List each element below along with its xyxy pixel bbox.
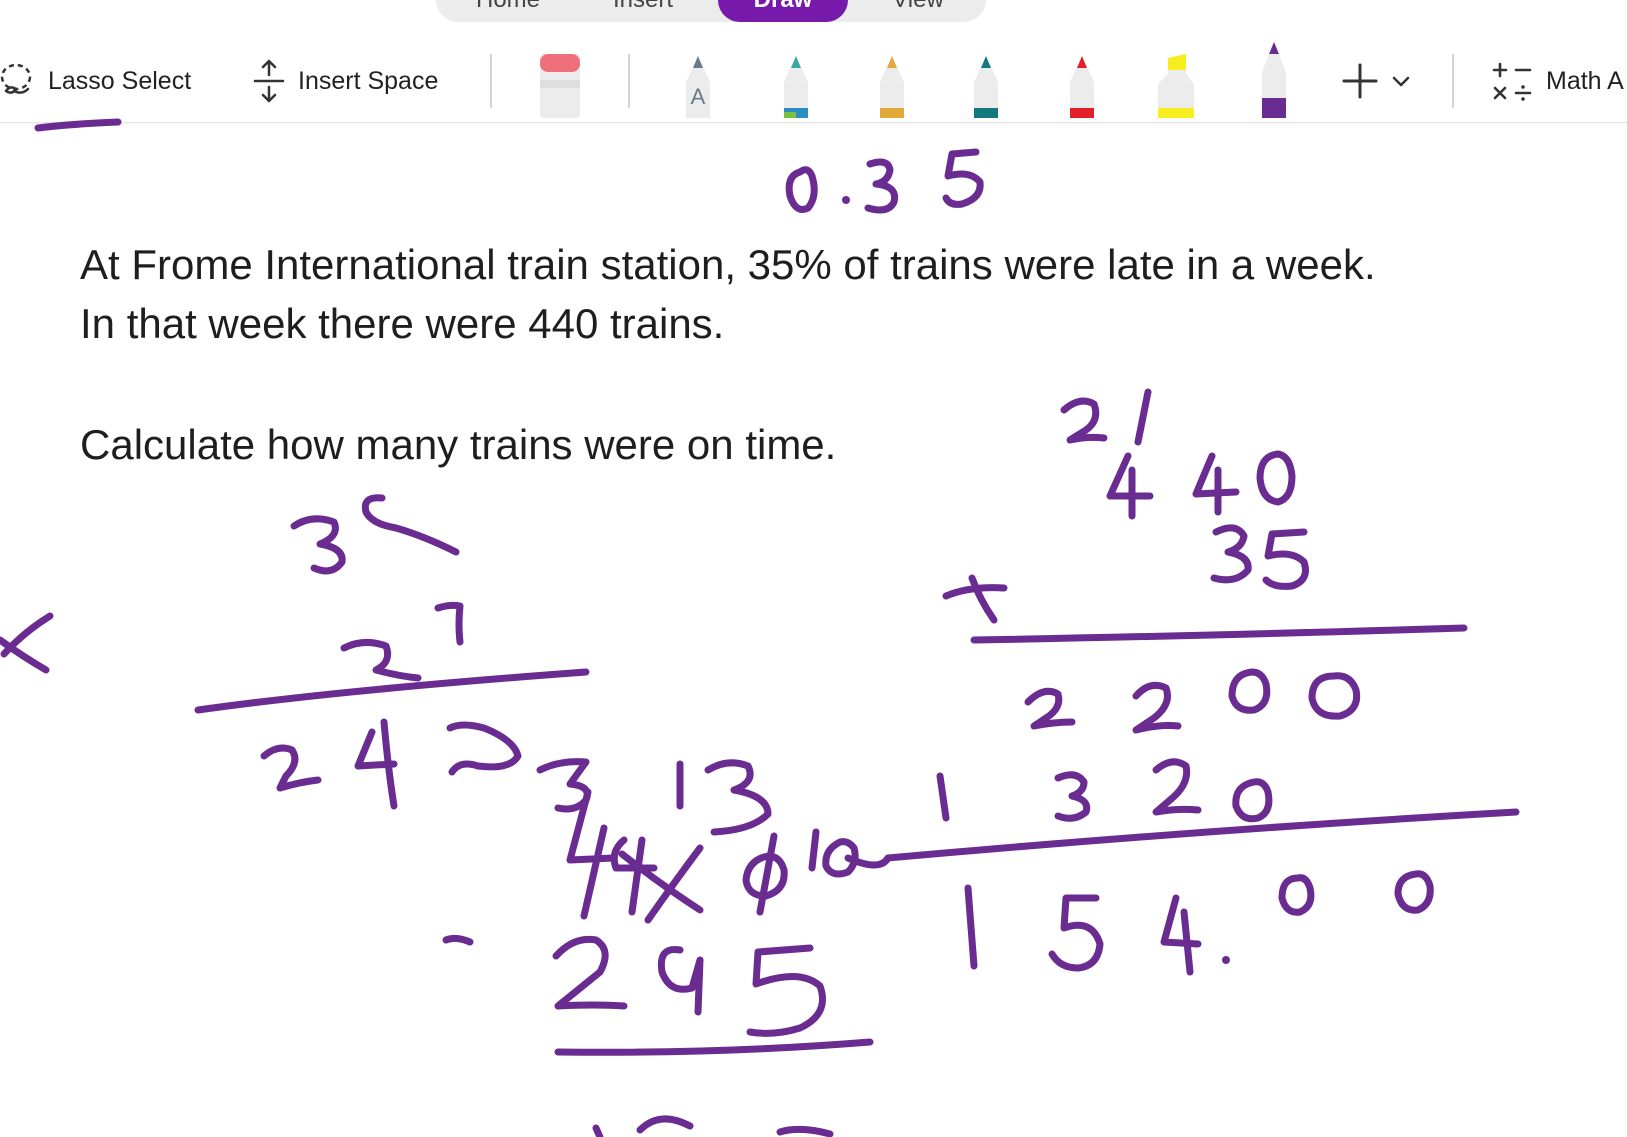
ink-left-multiplication xyxy=(0,494,590,810)
ink-decimal-0-35 xyxy=(785,148,984,214)
handwriting-ink-layer xyxy=(0,118,1520,1137)
ink-stroke xyxy=(34,118,122,132)
ink-middle-subtraction xyxy=(442,758,892,1137)
ink-right-multiplication xyxy=(884,388,1520,976)
